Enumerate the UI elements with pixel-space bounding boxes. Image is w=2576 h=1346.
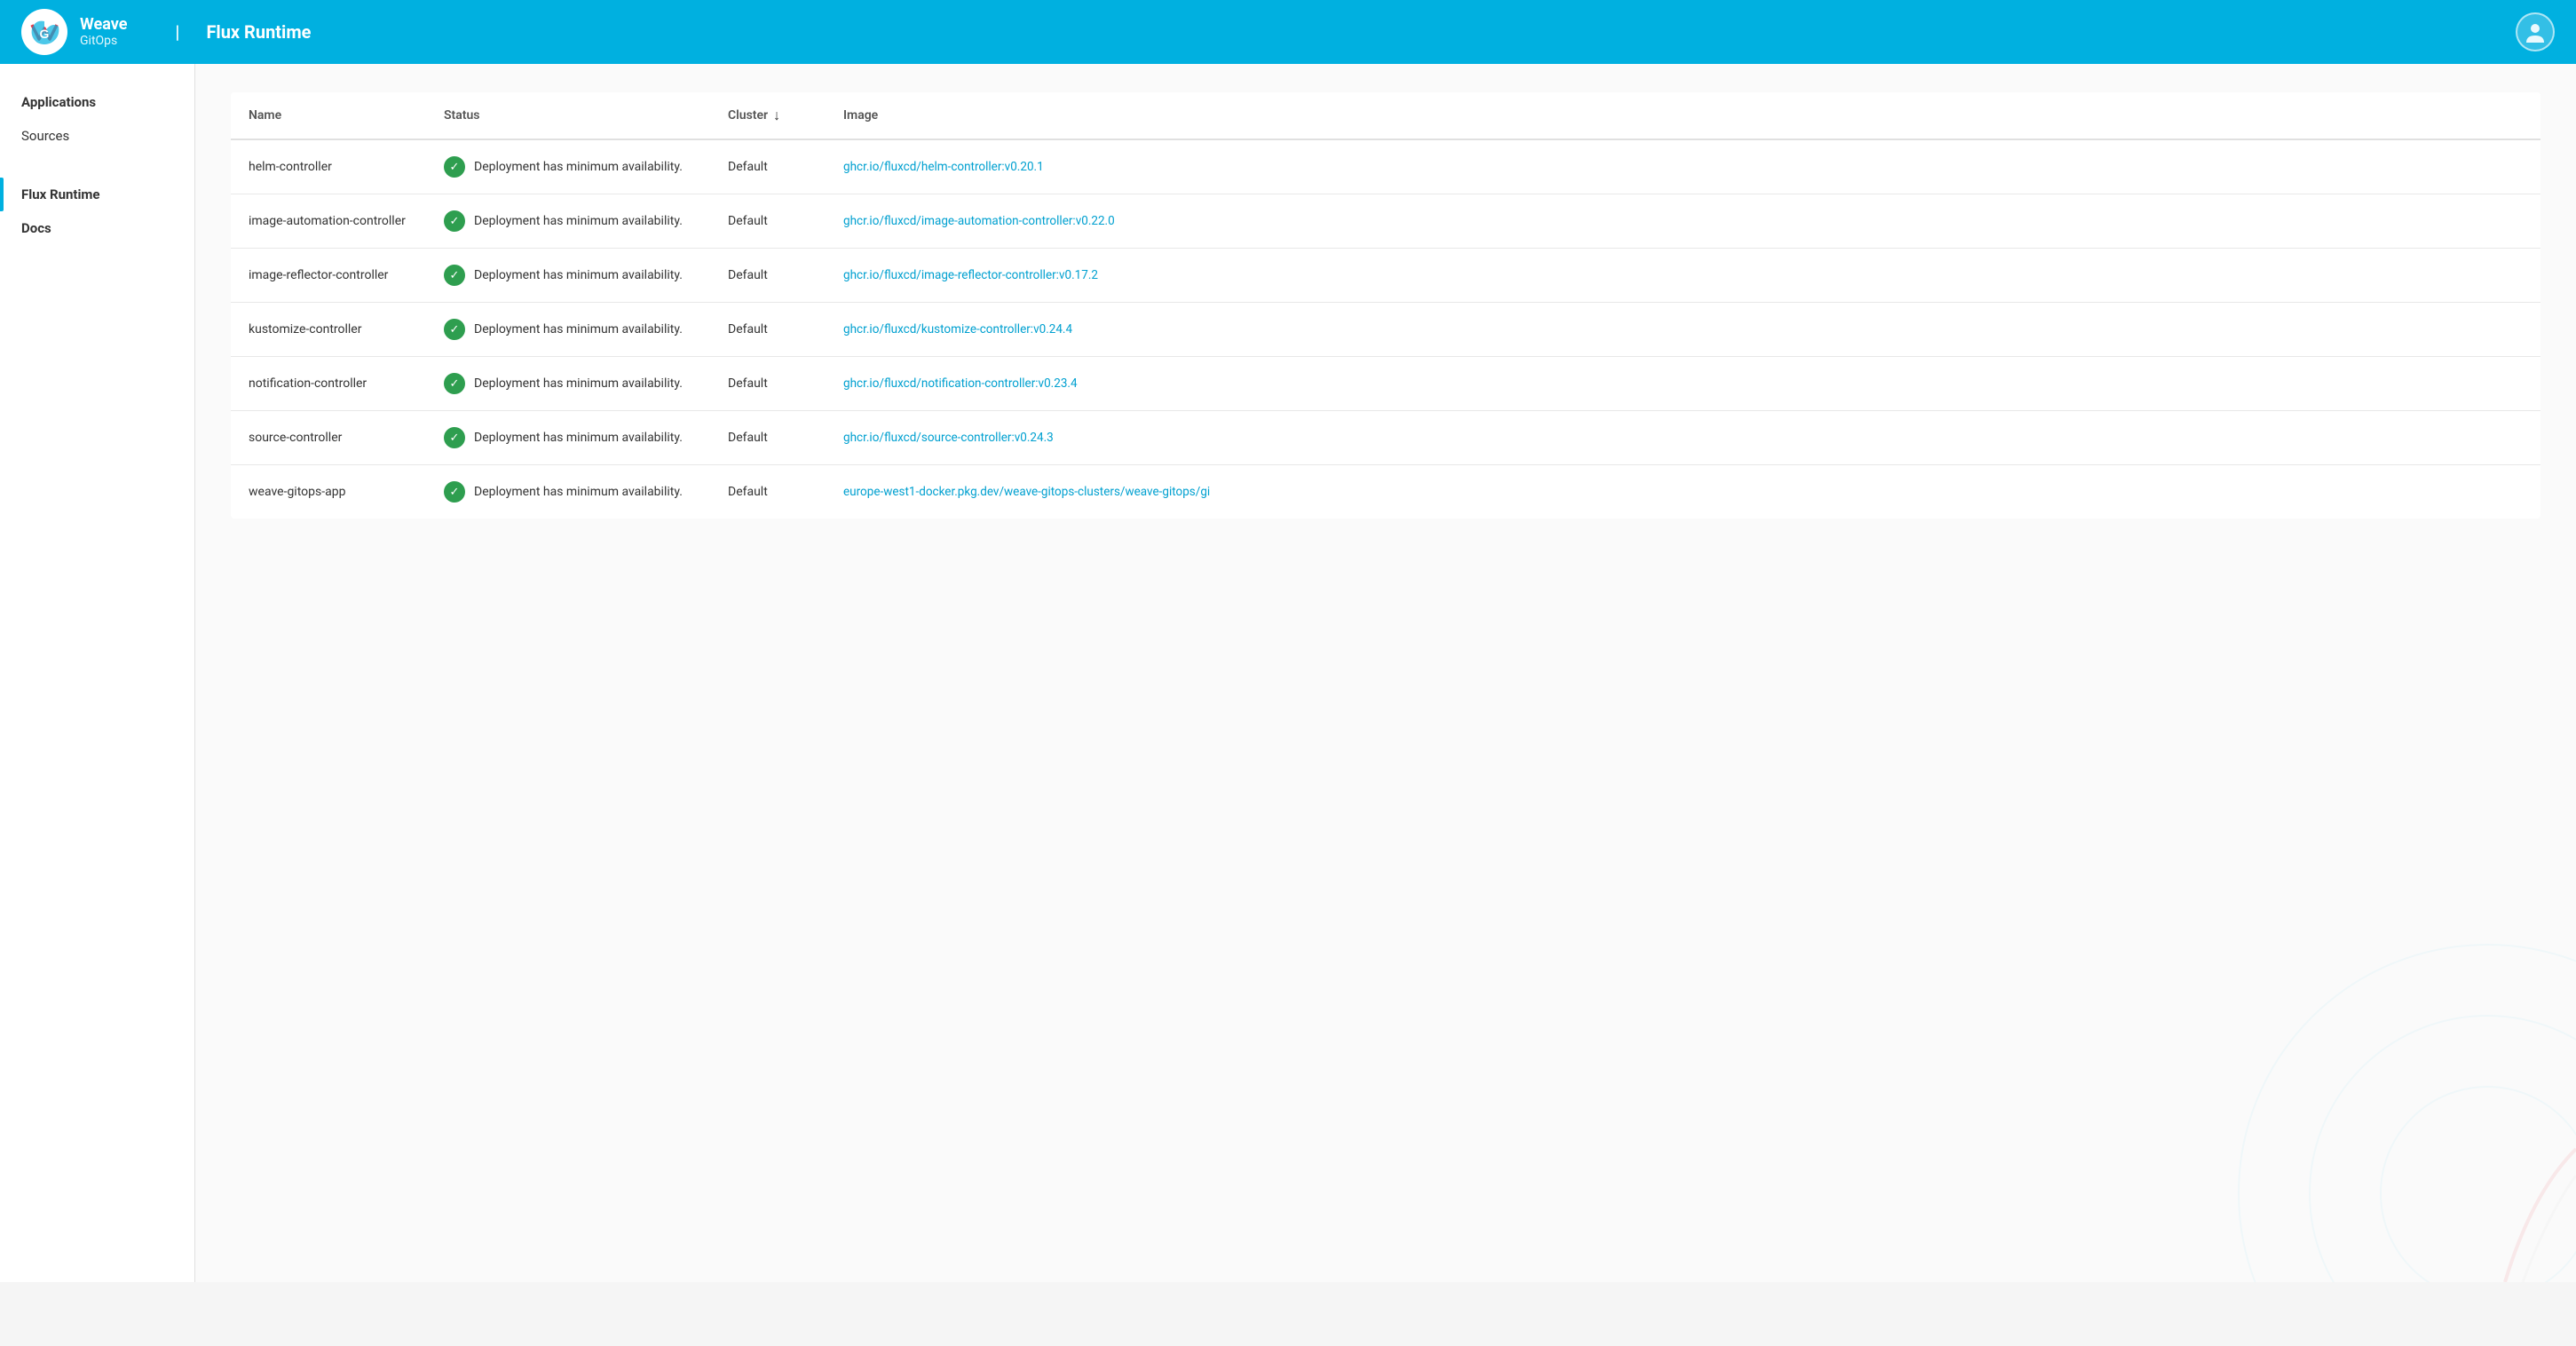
table-row: weave-gitops-app ✓ Deployment has minimum … — [231, 465, 2540, 519]
cell-name: kustomize-controller — [231, 303, 426, 357]
cell-image[interactable]: ghcr.io/fluxcd/image-reflector-controlle… — [826, 249, 2540, 303]
brand-gitops: GitOps — [80, 34, 127, 49]
sidebar-item-flux-runtime[interactable]: Flux Runtime — [0, 178, 194, 211]
cell-image[interactable]: ghcr.io/fluxcd/helm-controller:v0.20.1 — [826, 139, 2540, 194]
cell-image[interactable]: ghcr.io/fluxcd/image-automation-controll… — [826, 194, 2540, 249]
page-title: Flux Runtime — [206, 21, 311, 43]
cell-status: ✓ Deployment has minimum availability. — [426, 465, 710, 519]
cell-name: source-controller — [231, 411, 426, 465]
image-link[interactable]: ghcr.io/fluxcd/helm-controller:v0.20.1 — [843, 160, 1044, 174]
table-row: image-automation-controller ✓ Deployment h… — [231, 194, 2540, 249]
cell-status: ✓ Deployment has minimum availability. — [426, 411, 710, 465]
header-left: G Weave GitOps | Flux Runtime — [21, 9, 311, 55]
brand-weave: Weave — [80, 15, 127, 35]
cell-status: ✓ Deployment has minimum availability. — [426, 249, 710, 303]
app-header: G Weave GitOps | Flux Runtime — [0, 0, 2576, 64]
status-text: Deployment has minimum availability. — [474, 214, 683, 228]
cell-name: helm-controller — [231, 139, 426, 194]
column-header-status: Status — [426, 92, 710, 139]
cell-name: image-reflector-controller — [231, 249, 426, 303]
sort-icon: ↓ — [773, 107, 780, 124]
status-text: Deployment has minimum availability. — [474, 431, 683, 445]
cell-name: notification-controller — [231, 357, 426, 411]
check-icon: ✓ — [444, 319, 465, 340]
table-row: notification-controller ✓ Deployment has m… — [231, 357, 2540, 411]
cell-image[interactable]: ghcr.io/fluxcd/source-controller:v0.24.3 — [826, 411, 2540, 465]
sidebar-item-sources[interactable]: Sources — [0, 119, 194, 153]
column-header-image: Image — [826, 92, 2540, 139]
user-avatar-button[interactable] — [2516, 12, 2555, 51]
cell-cluster: Default — [710, 303, 826, 357]
sidebar-nav-section-2: Flux Runtime Docs — [0, 178, 194, 245]
cell-status: ✓ Deployment has minimum availability. — [426, 357, 710, 411]
background-decoration — [2132, 838, 2576, 1282]
cell-cluster: Default — [710, 465, 826, 519]
cell-cluster: Default — [710, 357, 826, 411]
table-row: image-reflector-controller ✓ Deployment ha… — [231, 249, 2540, 303]
image-link[interactable]: ghcr.io/fluxcd/kustomize-controller:v0.2… — [843, 322, 1072, 336]
check-icon: ✓ — [444, 373, 465, 394]
cell-status: ✓ Deployment has minimum availability. — [426, 303, 710, 357]
status-text: Deployment has minimum availability. — [474, 160, 683, 174]
column-header-name: Name — [231, 92, 426, 139]
cell-image[interactable]: ghcr.io/fluxcd/kustomize-controller:v0.2… — [826, 303, 2540, 357]
status-text: Deployment has minimum availability. — [474, 322, 683, 336]
status-text: Deployment has minimum availability. — [474, 268, 683, 282]
cell-cluster: Default — [710, 249, 826, 303]
image-link[interactable]: ghcr.io/fluxcd/source-controller:v0.24.3 — [843, 431, 1054, 445]
table-row: source-controller ✓ Deployment has minimum… — [231, 411, 2540, 465]
table-header: Name Status Cluster ↓ Image — [231, 92, 2540, 139]
cell-cluster: Default — [710, 411, 826, 465]
check-icon: ✓ — [444, 265, 465, 286]
svg-text:G: G — [40, 27, 50, 41]
sidebar: Applications Sources Flux Runtime Docs — [0, 64, 195, 1282]
cell-status: ✓ Deployment has minimum availability. — [426, 194, 710, 249]
main-layout: Applications Sources Flux Runtime Docs — [0, 64, 2576, 1282]
content-area: Name Status Cluster ↓ Image — [195, 64, 2576, 547]
cell-status: ✓ Deployment has minimum availability. — [426, 139, 710, 194]
sidebar-nav-section: Applications Sources — [0, 85, 194, 153]
column-header-cluster[interactable]: Cluster ↓ — [710, 92, 826, 139]
image-link[interactable]: europe-west1-docker.pkg.dev/weave-gitops… — [843, 485, 1210, 499]
cell-cluster: Default — [710, 194, 826, 249]
check-icon: ✓ — [444, 210, 465, 232]
cell-image[interactable]: europe-west1-docker.pkg.dev/weave-gitops… — [826, 465, 2540, 519]
image-link[interactable]: ghcr.io/fluxcd/image-reflector-controlle… — [843, 268, 1098, 282]
app-logo[interactable]: G — [21, 9, 67, 55]
header-divider: | — [175, 21, 179, 43]
cell-cluster: Default — [710, 139, 826, 194]
cell-image[interactable]: ghcr.io/fluxcd/notification-controller:v… — [826, 357, 2540, 411]
check-icon: ✓ — [444, 481, 465, 503]
main-content: Name Status Cluster ↓ Image — [195, 64, 2576, 1282]
table-row: helm-controller ✓ Deployment has minimum a… — [231, 139, 2540, 194]
flux-runtime-table: Name Status Cluster ↓ Image — [231, 92, 2540, 519]
check-icon: ✓ — [444, 156, 465, 178]
sidebar-item-applications[interactable]: Applications — [0, 85, 194, 119]
cell-name: weave-gitops-app — [231, 465, 426, 519]
table-body: helm-controller ✓ Deployment has minimum a… — [231, 139, 2540, 519]
brand-text: Weave GitOps — [80, 15, 127, 49]
image-link[interactable]: ghcr.io/fluxcd/image-automation-controll… — [843, 214, 1115, 228]
table-row: kustomize-controller ✓ Deployment has mini… — [231, 303, 2540, 357]
check-icon: ✓ — [444, 427, 465, 448]
status-text: Deployment has minimum availability. — [474, 485, 683, 499]
sidebar-item-docs[interactable]: Docs — [0, 211, 194, 245]
cell-name: image-automation-controller — [231, 194, 426, 249]
status-text: Deployment has minimum availability. — [474, 376, 683, 391]
image-link[interactable]: ghcr.io/fluxcd/notification-controller:v… — [843, 376, 1078, 391]
